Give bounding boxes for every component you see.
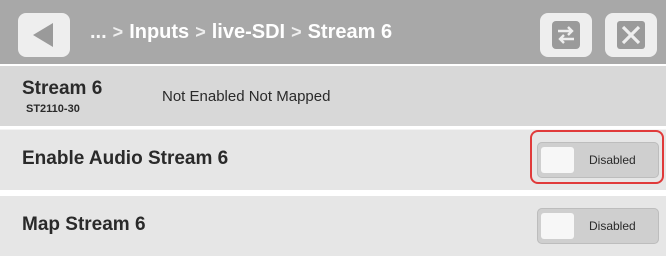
swap-button[interactable] [540,13,592,57]
toggle-knob [541,213,574,239]
stream-format: ST2110-30 [26,103,80,115]
close-icon [617,21,645,49]
breadcrumb-item-stream-6: Stream 6 [307,20,393,43]
map-stream-toggle[interactable]: Disabled [537,208,659,244]
highlight-box [530,130,664,184]
back-arrow-icon [33,23,53,47]
breadcrumb: ... > Inputs > live-SDI > Stream 6 [90,0,392,64]
swap-icon [552,21,580,49]
breadcrumb-separator: > [112,21,124,42]
breadcrumb-item-inputs[interactable]: Inputs [129,21,189,44]
stream-title: Stream 6 [22,78,103,99]
breadcrumb-ellipsis[interactable]: ... [90,21,107,44]
back-button[interactable] [18,13,70,57]
setting-label: Map Stream 6 [22,214,146,235]
stream-status: Not Enabled Not Mapped [162,88,331,105]
close-button[interactable] [605,13,657,57]
header-bar: ... > Inputs > live-SDI > Stream 6 [0,0,666,66]
setting-row-map-stream: Map Stream 6 Disabled [0,196,666,256]
stream-info-bar: Stream 6 ST2110-30 Not Enabled Not Mappe… [0,66,666,129]
setting-label: Enable Audio Stream 6 [22,148,229,169]
toggle-state-label: Disabled [589,219,636,233]
breadcrumb-separator: > [195,21,206,42]
breadcrumb-item-live-sdi[interactable]: live-SDI [212,21,285,44]
breadcrumb-separator: > [291,21,302,42]
